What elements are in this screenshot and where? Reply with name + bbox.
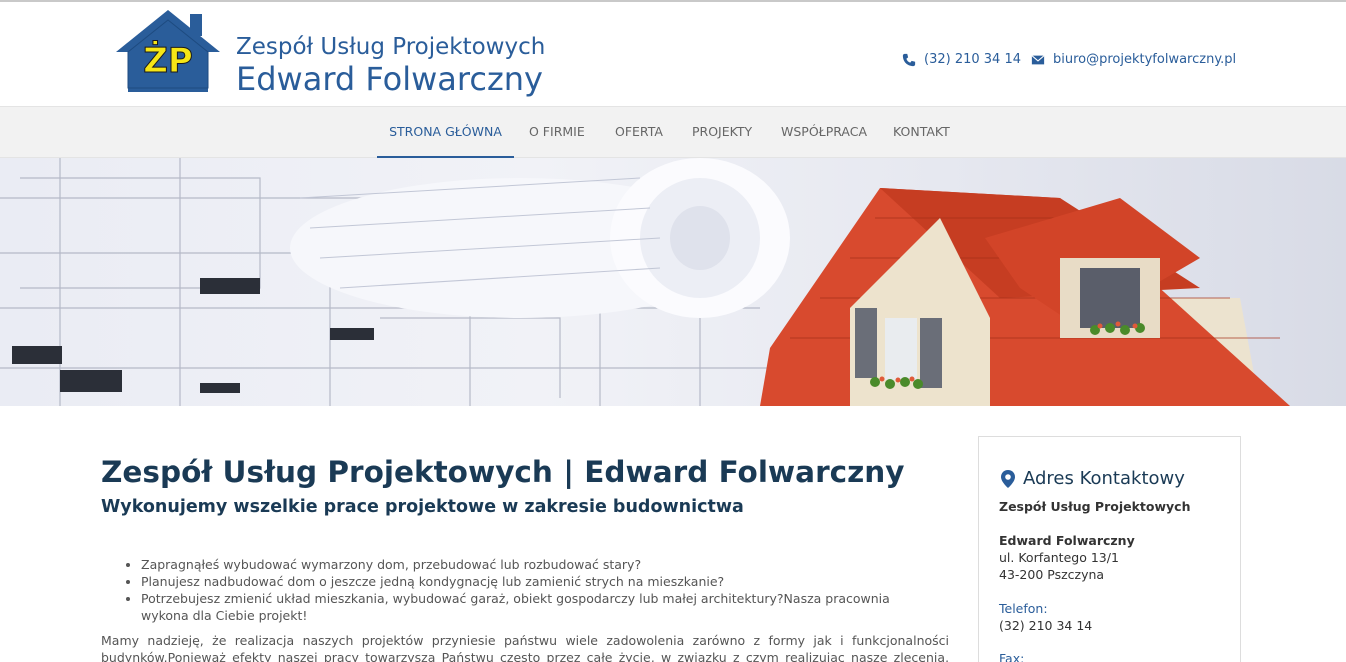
sidebar-title: Adres Kontaktowy (1001, 468, 1185, 489)
nav-o-firmie[interactable]: O FIRMIE (529, 107, 585, 158)
nav-wspolpraca[interactable]: WSPÓŁPRACA (781, 107, 867, 158)
svg-text:ŻP: ŻP (143, 40, 193, 81)
contact-sidebar: Adres Kontaktowy Zespół Usług Projektowy… (978, 436, 1241, 662)
envelope-icon (1031, 54, 1045, 64)
main-navigation: STRONA GŁÓWNA O FIRMIE OFERTA PROJEKTY W… (0, 106, 1346, 158)
sidebar-phone-label: Telefon: (999, 601, 1048, 616)
company-logo[interactable]: ŻP (112, 8, 224, 94)
nav-kontakt[interactable]: KONTAKT (893, 107, 950, 158)
nav-projekty[interactable]: PROJEKTY (692, 107, 752, 158)
phone-icon (902, 53, 916, 66)
map-marker-icon (1001, 469, 1015, 488)
sidebar-phone[interactable]: (32) 210 34 14 (999, 618, 1092, 633)
list-item: Potrzebujesz zmienić układ mieszkania, w… (141, 590, 925, 624)
sidebar-street: ul. Korfantego 13/1 (999, 550, 1119, 565)
sidebar-title-text: Adres Kontaktowy (1023, 468, 1185, 489)
header-email[interactable]: biuro@projektyfolwarczny.pl (1031, 52, 1236, 67)
sidebar-company: Zespół Usług Projektowych (999, 499, 1191, 514)
page-title: Zespół Usług Projektowych | Edward Folwa… (101, 455, 905, 489)
site-header: ŻP Zespół Usług Projektowych Edward Folw… (0, 2, 1346, 106)
list-item: Zapragnąłeś wybudować wymarzony dom, prz… (141, 556, 925, 573)
brand-line2: Edward Folwarczny (236, 60, 543, 98)
page-subtitle: Wykonujemy wszelkie prace projektowe w z… (101, 497, 744, 517)
list-item: Planujesz nadbudować dom o jeszcze jedną… (141, 573, 925, 590)
sidebar-city: 43-200 Pszczyna (999, 567, 1105, 582)
header-phone-text: (32) 210 34 14 (924, 52, 1021, 67)
sidebar-name: Edward Folwarczny (999, 533, 1135, 548)
hero-banner (0, 158, 1346, 406)
offer-list: Zapragnąłeś wybudować wymarzony dom, prz… (125, 556, 925, 624)
hero-illustration (0, 158, 1290, 406)
sidebar-fax-label: Fax: (999, 651, 1025, 662)
intro-paragraph: Mamy nadzieję, że realizacja naszych pro… (101, 633, 949, 662)
brand-line1: Zespół Usług Projektowych (236, 34, 546, 60)
header-phone[interactable]: (32) 210 34 14 (902, 52, 1021, 67)
nav-strona-glowna[interactable]: STRONA GŁÓWNA (377, 107, 514, 158)
header-email-text: biuro@projektyfolwarczny.pl (1053, 52, 1237, 67)
nav-oferta[interactable]: OFERTA (615, 107, 663, 158)
